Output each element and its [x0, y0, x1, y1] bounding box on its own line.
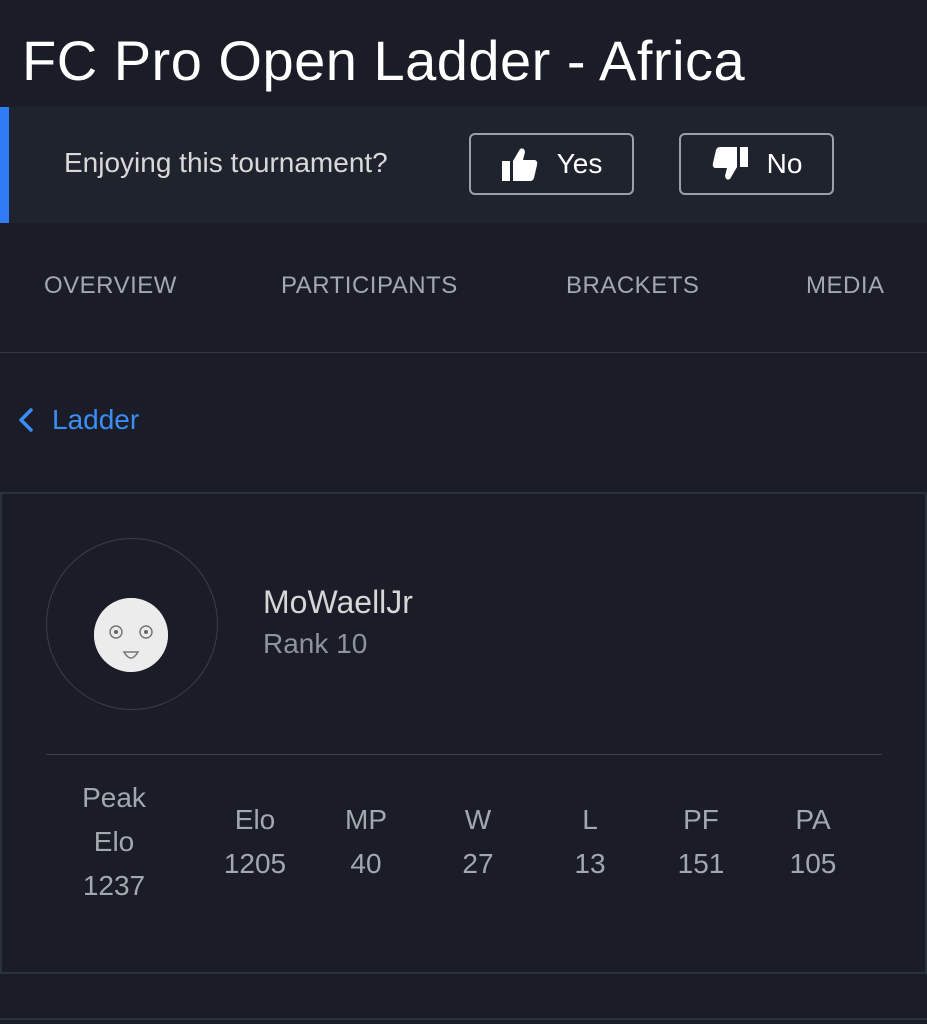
stat-value: 40	[350, 848, 382, 879]
stat-pa: PA 105	[773, 798, 853, 886]
stat-label: MP	[345, 804, 387, 835]
stat-label: PF	[683, 804, 719, 835]
stat-value: 1205	[223, 848, 287, 879]
stat-label: L	[582, 804, 598, 835]
stat-peak-elo: Peak Elo 1237	[74, 776, 154, 908]
stat-value: 13	[574, 848, 606, 879]
yes-label: Yes	[556, 148, 603, 179]
tab-overview[interactable]: OVERVIEW	[44, 272, 177, 300]
stat-value: 1237	[82, 870, 146, 901]
section-divider	[0, 1018, 927, 1020]
yes-button[interactable]: Yes	[469, 133, 634, 195]
stat-w: W 27	[438, 798, 518, 886]
thumbs-up-icon	[501, 146, 539, 182]
stat-pf: PF 151	[661, 798, 741, 886]
stat-l: L 13	[550, 798, 630, 886]
stat-mp: MP 40	[326, 798, 406, 886]
stat-label: Elo	[234, 804, 276, 835]
stat-elo: Elo 1205	[215, 798, 295, 886]
smiley-face-icon	[94, 598, 168, 672]
feedback-banner: Enjoying this tournament? Yes No	[0, 107, 927, 223]
player-name: MoWaellJr	[263, 584, 413, 620]
tab-media[interactable]: MEDIA	[806, 272, 885, 300]
tab-bar: OVERVIEW PARTICIPANTS BRACKETS MEDIA	[0, 250, 927, 353]
stat-label: W	[464, 804, 492, 835]
back-link-label: Ladder	[52, 404, 140, 435]
avatar	[94, 598, 168, 672]
stat-value: 27	[462, 848, 494, 879]
tab-brackets[interactable]: BRACKETS	[566, 272, 699, 300]
stats-divider	[46, 754, 882, 755]
chevron-left-icon	[16, 406, 36, 434]
page-title: FC Pro Open Ladder - Africa	[22, 29, 746, 92]
no-label: No	[766, 148, 803, 179]
banner-accent-bar	[0, 107, 9, 223]
stat-value: 105	[789, 848, 837, 879]
thumbs-down-icon	[711, 146, 749, 182]
stat-label: Peak	[82, 782, 146, 813]
back-to-ladder-link[interactable]: Ladder	[16, 404, 139, 436]
stat-label: PA	[795, 804, 831, 835]
no-button[interactable]: No	[679, 133, 834, 195]
tab-participants[interactable]: PARTICIPANTS	[281, 272, 458, 300]
stat-label: Elo	[93, 826, 135, 857]
player-rank: Rank 10	[263, 628, 368, 659]
stat-value: 151	[677, 848, 725, 879]
feedback-question: Enjoying this tournament?	[64, 147, 388, 178]
